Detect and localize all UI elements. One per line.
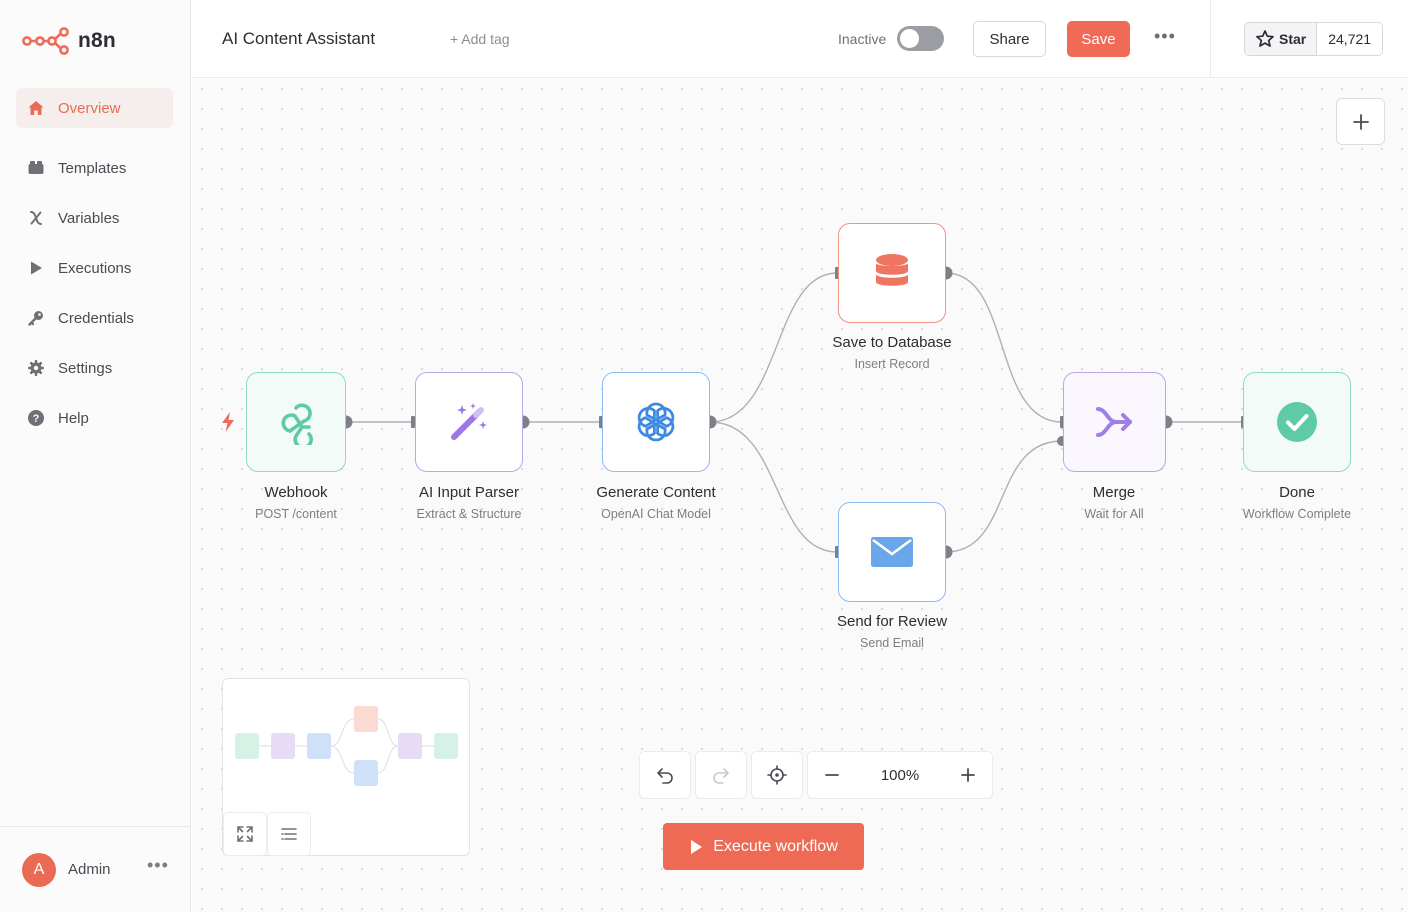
sidebar-item-label: Templates [58, 159, 127, 177]
gear-icon [26, 358, 46, 378]
node-subtitle: Extract & Structure [416, 507, 522, 521]
node-done[interactable] [1243, 372, 1351, 472]
user-menu[interactable]: A Admin ••• [0, 826, 191, 912]
logo[interactable]: n8n [22, 26, 116, 56]
workflow-title[interactable]: AI Content Assistant [222, 29, 375, 49]
webhook-icon [281, 403, 313, 445]
node-subtitle: POST /content [255, 507, 337, 521]
magic-wand-icon [451, 403, 487, 440]
node-label: Done [1279, 484, 1315, 501]
workflow-canvas[interactable]: Webhook POST /content AI Input Parser Ex… [192, 79, 1408, 912]
node-send-for-review[interactable] [838, 502, 946, 602]
logo-text: n8n [78, 29, 116, 52]
trigger-bolt-icon [222, 412, 234, 432]
sidebar-item-templates[interactable]: Templates [16, 148, 173, 188]
active-status-label: Inactive [838, 31, 887, 47]
node-label: Webhook [264, 484, 328, 501]
check-circle-icon [1277, 402, 1317, 442]
zoom-in-button[interactable] [960, 767, 976, 783]
node-webhook[interactable] [246, 372, 346, 472]
avatar[interactable]: A [22, 852, 56, 887]
sidebar-nav: Overview Templates Variables Executions … [16, 88, 173, 448]
node-label: Merge [1092, 484, 1136, 501]
home-icon [26, 98, 46, 118]
undo-icon [657, 768, 673, 784]
crosshair-icon [767, 765, 787, 785]
plus-icon [961, 768, 975, 782]
star-label: Star [1279, 31, 1307, 47]
sidebar-item-variables[interactable]: Variables [16, 198, 173, 238]
active-toggle[interactable] [897, 26, 944, 51]
share-button[interactable]: Share [973, 21, 1046, 57]
expand-icon [237, 826, 253, 842]
n8n-logo-icon [22, 27, 69, 55]
sidebar-item-credentials[interactable]: Credentials [16, 298, 173, 338]
node-save-to-database[interactable] [838, 223, 946, 323]
key-icon [26, 308, 46, 328]
play-icon [26, 258, 46, 278]
openai-icon [637, 402, 675, 442]
sidebar-item-help[interactable]: ? Help [16, 398, 173, 438]
node-ai-input-parser[interactable] [415, 372, 523, 472]
add-tag-button[interactable]: + Add tag [450, 31, 510, 47]
node-subtitle: Wait for All [1084, 507, 1144, 521]
node-generate-content[interactable] [602, 372, 710, 472]
database-icon [876, 254, 908, 286]
sidebar: n8n Overview Templates Variables Executi… [0, 0, 191, 912]
sidebar-item-executions[interactable]: Executions [16, 248, 173, 288]
sidebar-item-overview[interactable]: Overview [16, 88, 173, 128]
save-button[interactable]: Save [1067, 21, 1130, 57]
sidebar-item-label: Overview [58, 99, 121, 117]
templates-icon [26, 158, 46, 178]
sidebar-item-label: Settings [58, 359, 113, 377]
plus-icon [1352, 113, 1369, 130]
sidebar-item-label: Credentials [58, 309, 134, 327]
node-label: Send for Review [836, 613, 948, 630]
star-icon [1256, 30, 1274, 47]
tidy-up-button[interactable] [267, 812, 311, 856]
redo-button[interactable] [695, 751, 747, 799]
node-label: Generate Content [596, 484, 716, 501]
fullscreen-button[interactable] [223, 812, 267, 856]
minus-icon [825, 774, 839, 776]
star-button[interactable]: Star [1245, 23, 1318, 55]
execute-label: Execute workflow [713, 837, 838, 855]
more-options-button[interactable]: ••• [1154, 26, 1176, 47]
star-count: 24,721 [1317, 23, 1383, 55]
github-star-widget[interactable]: Star 24,721 [1244, 22, 1384, 56]
sidebar-item-settings[interactable]: Settings [16, 348, 173, 388]
help-icon: ? [26, 408, 46, 428]
node-label: Save to Database [832, 334, 952, 351]
variable-icon [26, 208, 46, 228]
header-divider [1210, 0, 1211, 78]
zoom-to-fit-button[interactable] [751, 751, 803, 799]
node-subtitle: Workflow Complete [1242, 507, 1352, 521]
zoom-out-button[interactable] [824, 767, 840, 783]
zoom-control: 100% [807, 751, 993, 799]
zoom-level: 100% [880, 766, 920, 784]
add-node-button[interactable] [1336, 98, 1385, 145]
execute-workflow-button[interactable]: Execute workflow [663, 823, 864, 870]
user-more-button[interactable]: ••• [147, 855, 169, 876]
node-subtitle: OpenAI Chat Model [601, 507, 711, 521]
node-subtitle: Insert Record [854, 357, 930, 371]
sidebar-item-label: Help [58, 409, 89, 427]
workflow-header: AI Content Assistant + Add tag Inactive … [192, 0, 1408, 78]
node-label: AI Input Parser [418, 484, 520, 501]
svg-text:?: ? [33, 413, 40, 425]
envelope-icon [871, 537, 913, 567]
undo-button[interactable] [639, 751, 691, 799]
list-icon [281, 828, 297, 840]
sidebar-item-label: Variables [58, 209, 120, 227]
canvas-controls: 100% [639, 751, 993, 799]
minimap-preview [235, 706, 458, 786]
merge-icon [1095, 407, 1132, 437]
minimap[interactable] [222, 678, 470, 856]
node-subtitle: Send Email [860, 636, 924, 650]
user-name: Admin [68, 861, 111, 878]
node-merge[interactable] [1063, 372, 1166, 472]
sidebar-item-label: Executions [58, 259, 132, 277]
redo-icon [713, 768, 729, 784]
play-icon [691, 839, 703, 854]
